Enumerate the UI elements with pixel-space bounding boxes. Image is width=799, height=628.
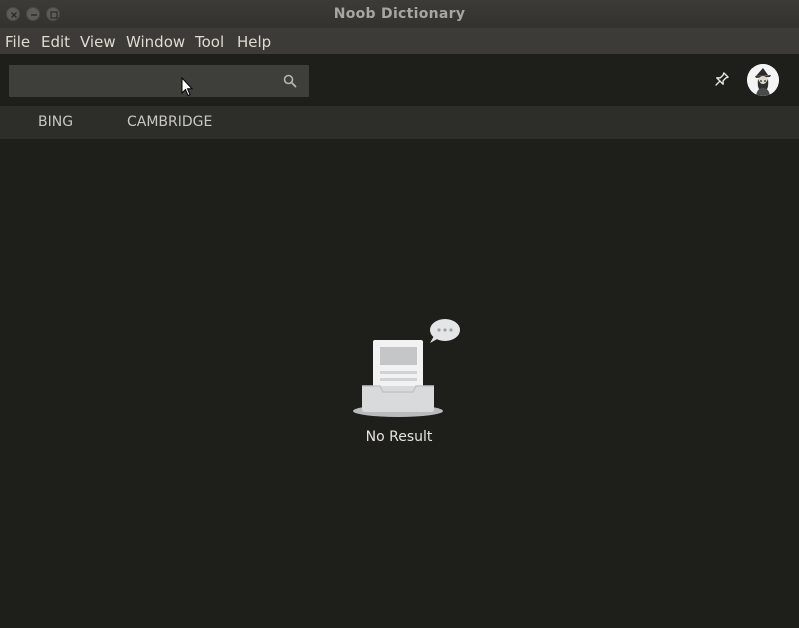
menu-edit[interactable]: Edit (41, 33, 70, 51)
search-box (9, 65, 309, 97)
menu-view[interactable]: View (80, 33, 116, 51)
mouse-cursor-icon (181, 77, 193, 97)
results-area: No Result (0, 139, 799, 628)
user-avatar-icon (747, 64, 779, 96)
menu-tool[interactable]: Tool (195, 33, 224, 51)
source-tabs: BING CAMBRIDGE (0, 106, 799, 139)
no-result-text: No Result (365, 429, 433, 445)
title-bar: Noob Dictionary (0, 0, 799, 28)
menu-file[interactable]: File (5, 33, 30, 51)
search-icon[interactable] (282, 73, 298, 89)
search-input[interactable] (9, 65, 277, 97)
tab-bing[interactable]: BING (38, 106, 73, 139)
empty-inbox-illustration (353, 319, 460, 417)
avatar[interactable] (747, 64, 779, 96)
menu-bar: File Edit View Window Tool Help (0, 28, 799, 54)
menu-window[interactable]: Window (126, 33, 185, 51)
menu-help[interactable]: Help (237, 33, 271, 51)
window-title: Noob Dictionary (333, 6, 466, 22)
pin-icon[interactable] (711, 70, 731, 90)
toolbar (0, 54, 799, 106)
tab-cambridge[interactable]: CAMBRIDGE (127, 106, 212, 139)
